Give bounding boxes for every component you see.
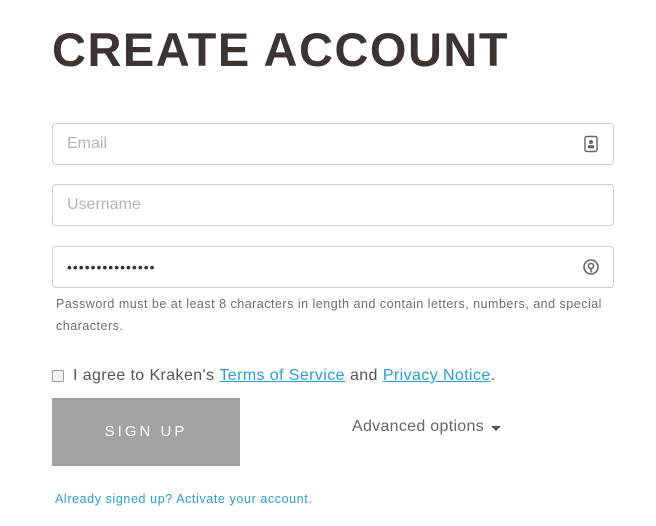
agree-checkbox[interactable] — [52, 370, 64, 382]
agree-suffix: . — [490, 367, 496, 384]
terms-agreement: I agree to Kraken's Terms of Service and… — [52, 364, 496, 388]
password-input[interactable] — [67, 247, 567, 287]
username-input[interactable] — [67, 185, 567, 225]
username-field-wrapper — [52, 184, 614, 226]
agree-and: and — [349, 367, 378, 384]
privacy-notice-link[interactable]: Privacy Notice — [383, 367, 491, 385]
create-account-page: CREATE ACCOUNT Password must be at least… — [0, 0, 656, 526]
sign-up-button[interactable]: SIGN UP — [52, 398, 240, 466]
password-hint: Password must be at least 8 characters i… — [56, 297, 602, 333]
password-manager-key-icon[interactable] — [582, 258, 600, 276]
email-field-wrapper — [52, 123, 614, 165]
contact-card-icon[interactable] — [582, 135, 600, 153]
page-title: CREATE ACCOUNT — [52, 23, 510, 76]
activate-account-link[interactable]: Already signed up? Activate your account… — [55, 492, 312, 506]
advanced-options-label: Advanced options — [352, 418, 485, 435]
advanced-options-toggle[interactable]: Advanced options — [352, 416, 502, 438]
password-field-wrapper — [52, 246, 614, 288]
agree-prefix: I agree to Kraken's — [73, 367, 215, 384]
terms-of-service-link[interactable]: Terms of Service — [219, 367, 345, 385]
caret-down-icon — [491, 425, 502, 431]
email-input[interactable] — [67, 124, 567, 164]
